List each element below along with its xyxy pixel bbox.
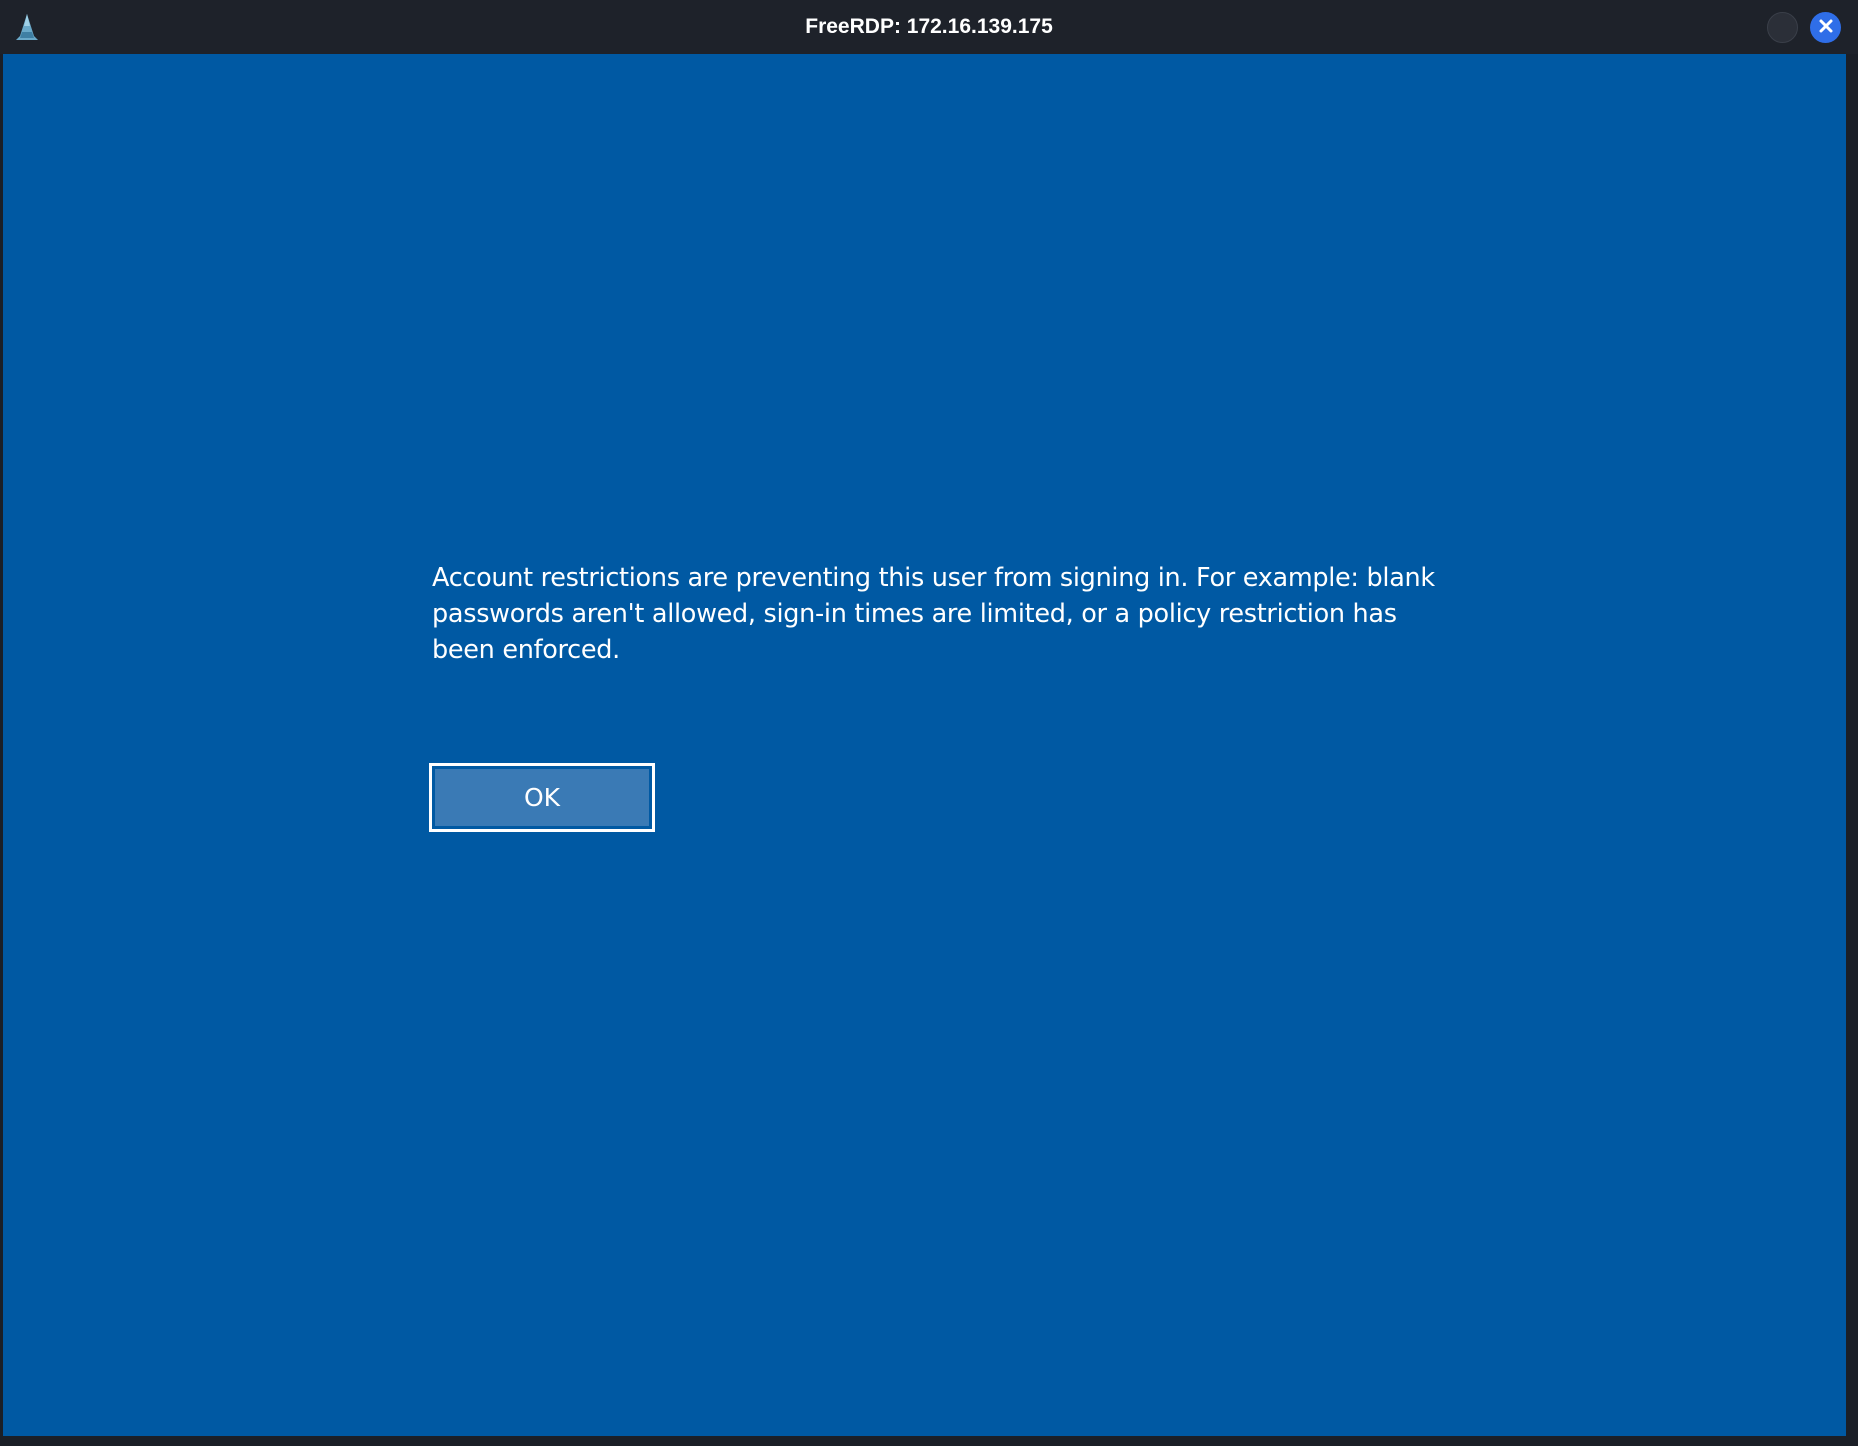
- titlebar[interactable]: FreeRDP: 172.16.139.175: [0, 0, 1858, 54]
- close-icon: [1818, 18, 1834, 38]
- window-title: FreeRDP: 172.16.139.175: [805, 15, 1053, 38]
- window-bottom-border: [0, 1436, 1858, 1446]
- close-button[interactable]: [1810, 12, 1841, 43]
- freerdp-window: FreeRDP: 172.16.139.175 Account restrict…: [0, 0, 1858, 1446]
- remote-desktop-screen[interactable]: [3, 54, 1846, 1436]
- minimize-button[interactable]: [1767, 12, 1798, 43]
- ok-button[interactable]: OK: [429, 763, 655, 832]
- error-message: Account restrictions are preventing this…: [432, 563, 1435, 665]
- ok-button-label: OK: [435, 769, 649, 826]
